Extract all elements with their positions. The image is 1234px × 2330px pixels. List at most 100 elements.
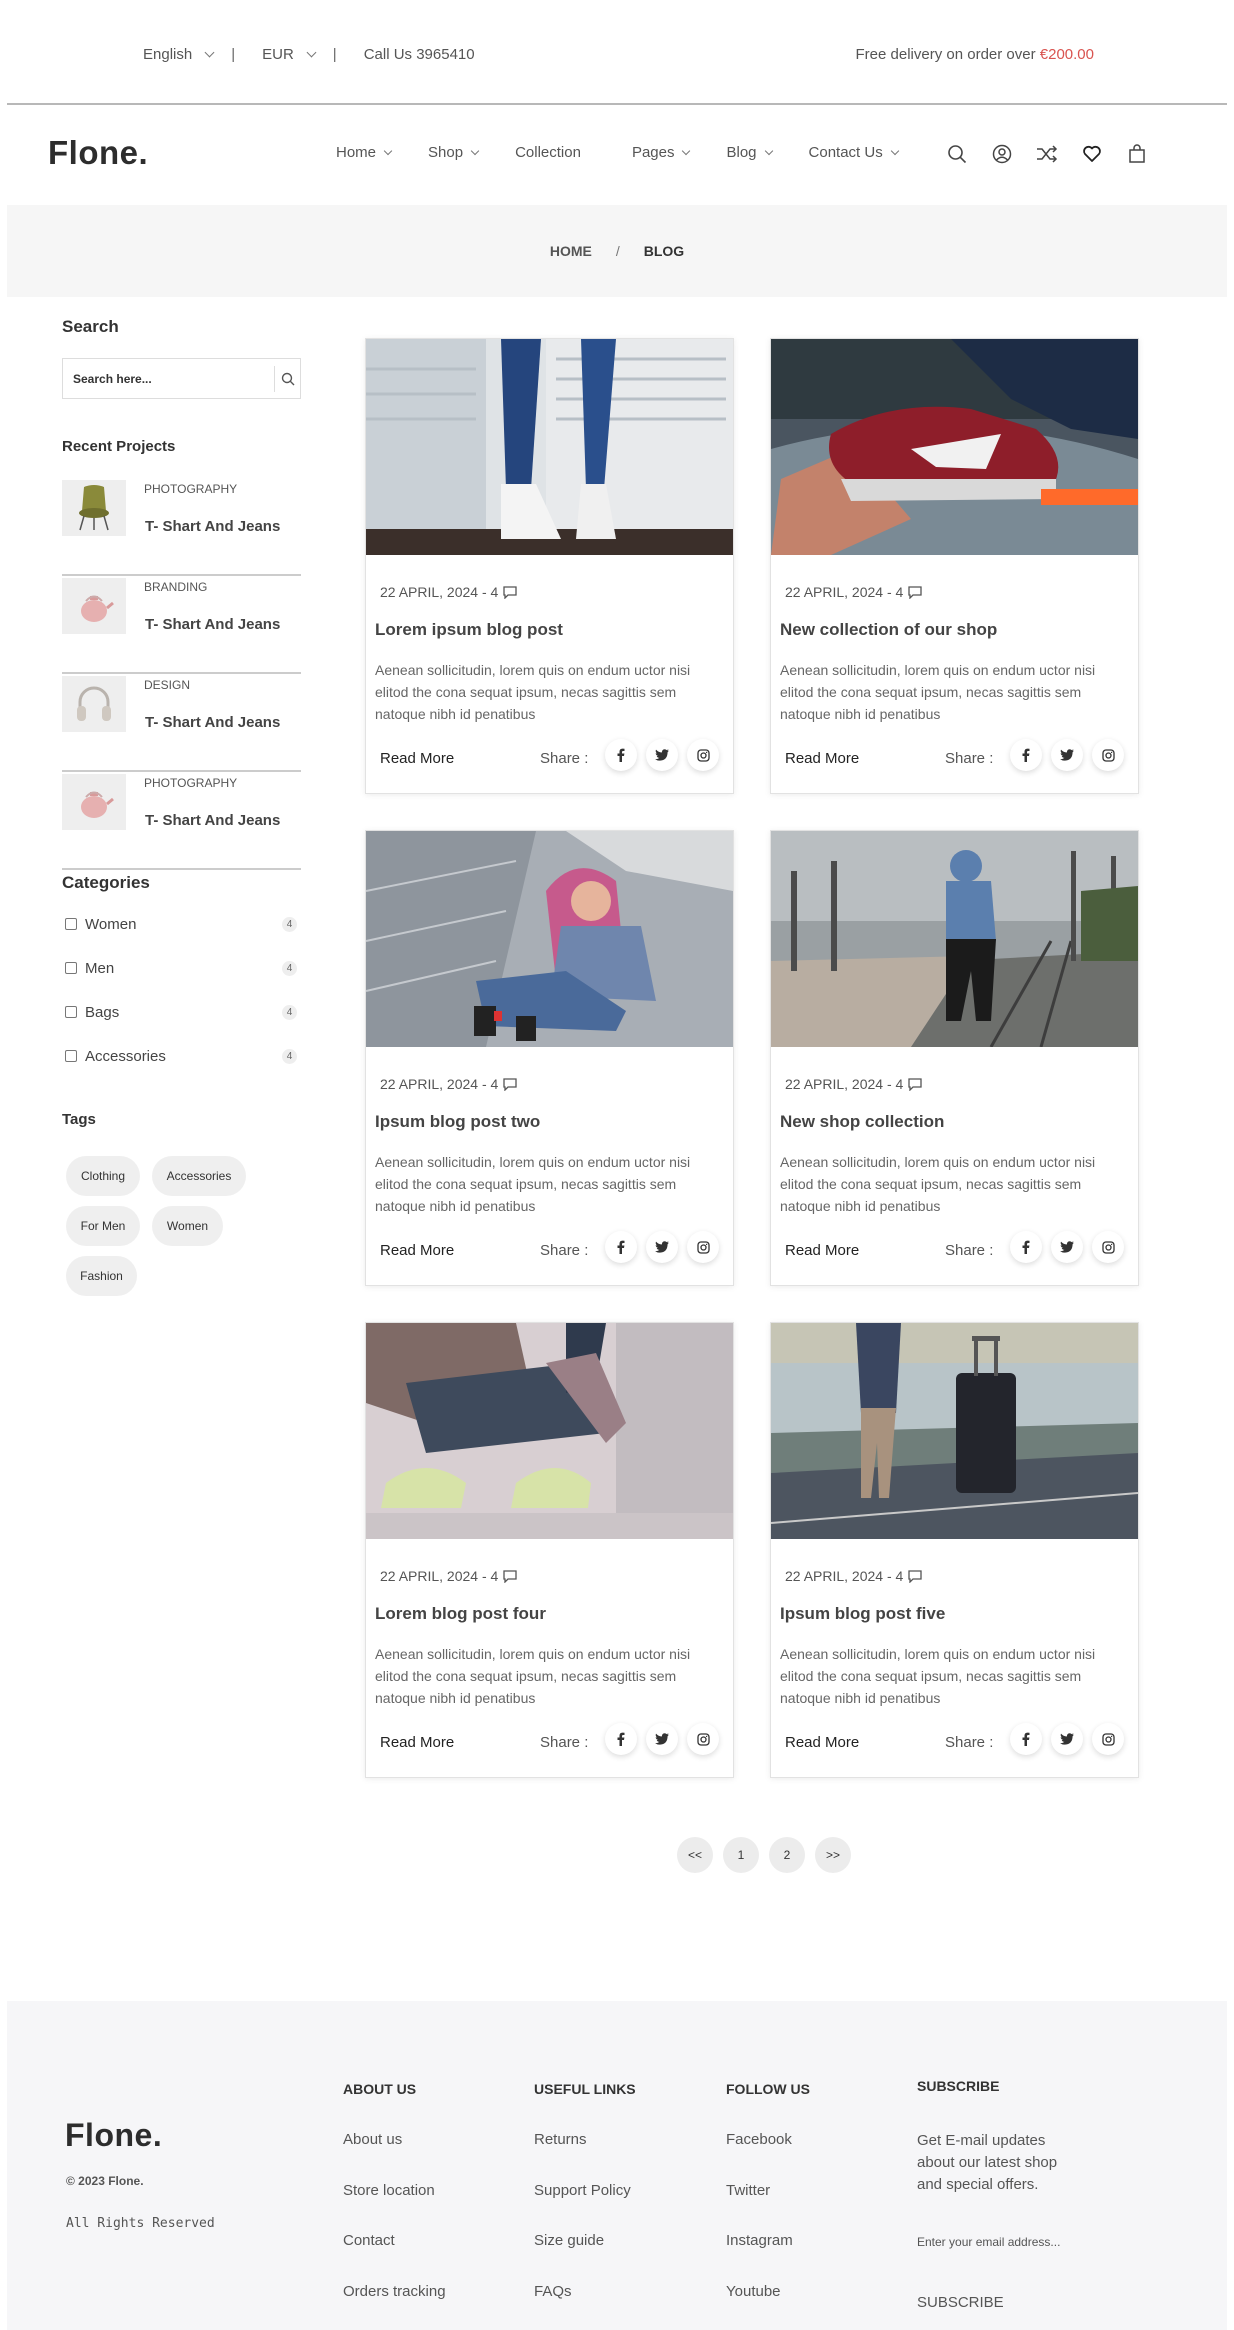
recent-project-item[interactable]: PHOTOGRAPHY T- Shart And Jeans	[62, 478, 301, 576]
facebook-share-button[interactable]	[605, 1723, 637, 1755]
post-title[interactable]: Ipsum blog post five	[780, 1604, 945, 1624]
compare-icon[interactable]	[1036, 143, 1058, 165]
site-logo[interactable]: Flone.	[48, 134, 148, 172]
account-icon[interactable]	[991, 143, 1013, 165]
facebook-share-button[interactable]	[1010, 739, 1042, 771]
post-title[interactable]: New shop collection	[780, 1112, 944, 1132]
footer-link[interactable]: Support Policy	[534, 2182, 631, 2199]
category-item-accessories[interactable]: Accessories 4	[65, 1046, 297, 1066]
category-checkbox[interactable]	[65, 1050, 77, 1062]
footer-link[interactable]: Size guide	[534, 2232, 604, 2249]
footer-link[interactable]: Twitter	[726, 2182, 770, 2199]
pagination-page-1[interactable]: 1	[723, 1837, 759, 1873]
read-more-link[interactable]: Read More	[380, 1734, 454, 1751]
recent-project-item[interactable]: PHOTOGRAPHY T- Shart And Jeans	[62, 772, 301, 870]
footer-link[interactable]: Instagram	[726, 2232, 793, 2249]
instagram-share-button[interactable]	[687, 1723, 719, 1755]
read-more-link[interactable]: Read More	[380, 1242, 454, 1259]
instagram-share-button[interactable]	[1092, 739, 1124, 771]
project-title[interactable]: T- Shart And Jeans	[145, 616, 280, 633]
instagram-share-button[interactable]	[1092, 1723, 1124, 1755]
twitter-share-button[interactable]	[1051, 1723, 1083, 1755]
nav-item-pages[interactable]: Pages	[631, 144, 691, 161]
footer-link[interactable]: Returns	[534, 2131, 587, 2148]
nav-item-label: Pages	[631, 144, 675, 161]
instagram-share-button[interactable]	[687, 739, 719, 771]
tag-women[interactable]: Women	[152, 1206, 223, 1246]
tag-accessories[interactable]: Accessories	[152, 1156, 246, 1196]
main-nav: Home Shop Collection Pages Blog Contact …	[336, 144, 935, 161]
post-meta: 22 APRIL, 2024 - 4	[785, 1076, 923, 1092]
footer-link[interactable]: FAQs	[534, 2283, 572, 2300]
instagram-share-button[interactable]	[687, 1231, 719, 1263]
category-item-bags[interactable]: Bags 4	[65, 1002, 297, 1022]
search-button[interactable]	[274, 366, 300, 392]
twitter-share-button[interactable]	[1051, 739, 1083, 771]
category-item-women[interactable]: Women 4	[65, 914, 297, 934]
recent-project-item[interactable]: DESIGN T- Shart And Jeans	[62, 674, 301, 772]
post-image[interactable]	[366, 339, 733, 555]
language-selector[interactable]: English	[143, 46, 215, 63]
read-more-link[interactable]: Read More	[785, 1242, 859, 1259]
footer-link[interactable]: About us	[343, 2131, 402, 2148]
category-checkbox[interactable]	[65, 962, 77, 974]
read-more-link[interactable]: Read More	[380, 750, 454, 767]
wishlist-icon[interactable]	[1081, 143, 1103, 165]
post-image[interactable]	[366, 1323, 733, 1539]
footer-link[interactable]: Store location	[343, 2182, 435, 2199]
tag-for-men[interactable]: For Men	[66, 1206, 140, 1246]
post-image[interactable]	[366, 831, 733, 1047]
instagram-share-button[interactable]	[1092, 1231, 1124, 1263]
footer-link[interactable]: Contact	[343, 2232, 395, 2249]
footer-link[interactable]: Orders tracking	[343, 2283, 446, 2300]
footer-link[interactable]: Facebook	[726, 2131, 792, 2148]
twitter-share-button[interactable]	[646, 1231, 678, 1263]
share-label: Share :	[540, 1242, 589, 1259]
pagination-page-2[interactable]: 2	[769, 1837, 805, 1873]
project-title[interactable]: T- Shart And Jeans	[145, 714, 280, 731]
post-image[interactable]	[771, 831, 1138, 1047]
tag-clothing[interactable]: Clothing	[66, 1156, 140, 1196]
facebook-share-button[interactable]	[1010, 1231, 1042, 1263]
post-image[interactable]	[771, 1323, 1138, 1539]
twitter-share-button[interactable]	[646, 1723, 678, 1755]
twitter-share-button[interactable]	[1051, 1231, 1083, 1263]
pagination-prev[interactable]: <<	[677, 1837, 713, 1873]
project-title[interactable]: T- Shart And Jeans	[145, 518, 280, 535]
post-title[interactable]: Lorem ipsum blog post	[375, 620, 563, 640]
read-more-link[interactable]: Read More	[785, 750, 859, 767]
post-title[interactable]: Ipsum blog post two	[375, 1112, 540, 1132]
category-item-men[interactable]: Men 4	[65, 958, 297, 978]
nav-item-shop[interactable]: Shop	[428, 144, 480, 161]
post-title[interactable]: New collection of our shop	[780, 620, 997, 640]
nav-item-contact[interactable]: Contact Us	[809, 144, 899, 161]
facebook-share-button[interactable]	[1010, 1723, 1042, 1755]
project-title[interactable]: T- Shart And Jeans	[145, 812, 280, 829]
category-checkbox[interactable]	[65, 1006, 77, 1018]
subscribe-email-input[interactable]	[917, 2235, 1097, 2249]
recent-project-item[interactable]: BRANDING T- Shart And Jeans	[62, 576, 301, 674]
instagram-icon	[1101, 1240, 1115, 1254]
search-icon[interactable]	[946, 143, 968, 165]
nav-item-collection[interactable]: Collection	[515, 144, 581, 161]
footer-link[interactable]: Youtube	[726, 2283, 781, 2300]
breadcrumb-home[interactable]: HOME	[550, 243, 592, 259]
search-input[interactable]	[73, 359, 263, 398]
footer-logo[interactable]: Flone.	[65, 2117, 162, 2154]
read-more-link[interactable]: Read More	[785, 1734, 859, 1751]
currency-selector[interactable]: EUR	[262, 46, 317, 63]
nav-item-blog[interactable]: Blog	[726, 144, 773, 161]
facebook-share-button[interactable]	[605, 1231, 637, 1263]
tag-fashion[interactable]: Fashion	[66, 1256, 137, 1296]
nav-item-home[interactable]: Home	[336, 144, 393, 161]
post-image[interactable]	[771, 339, 1138, 555]
project-category: PHOTOGRAPHY	[144, 776, 238, 790]
twitter-share-button[interactable]	[646, 739, 678, 771]
cart-icon[interactable]	[1126, 143, 1148, 165]
facebook-share-button[interactable]	[605, 739, 637, 771]
post-excerpt: Aenean sollicitudin, lorem quis on endum…	[780, 1646, 1096, 1706]
post-title[interactable]: Lorem blog post four	[375, 1604, 546, 1624]
subscribe-button[interactable]: SUBSCRIBE	[917, 2294, 1004, 2311]
category-checkbox[interactable]	[65, 918, 77, 930]
pagination-next[interactable]: >>	[815, 1837, 851, 1873]
